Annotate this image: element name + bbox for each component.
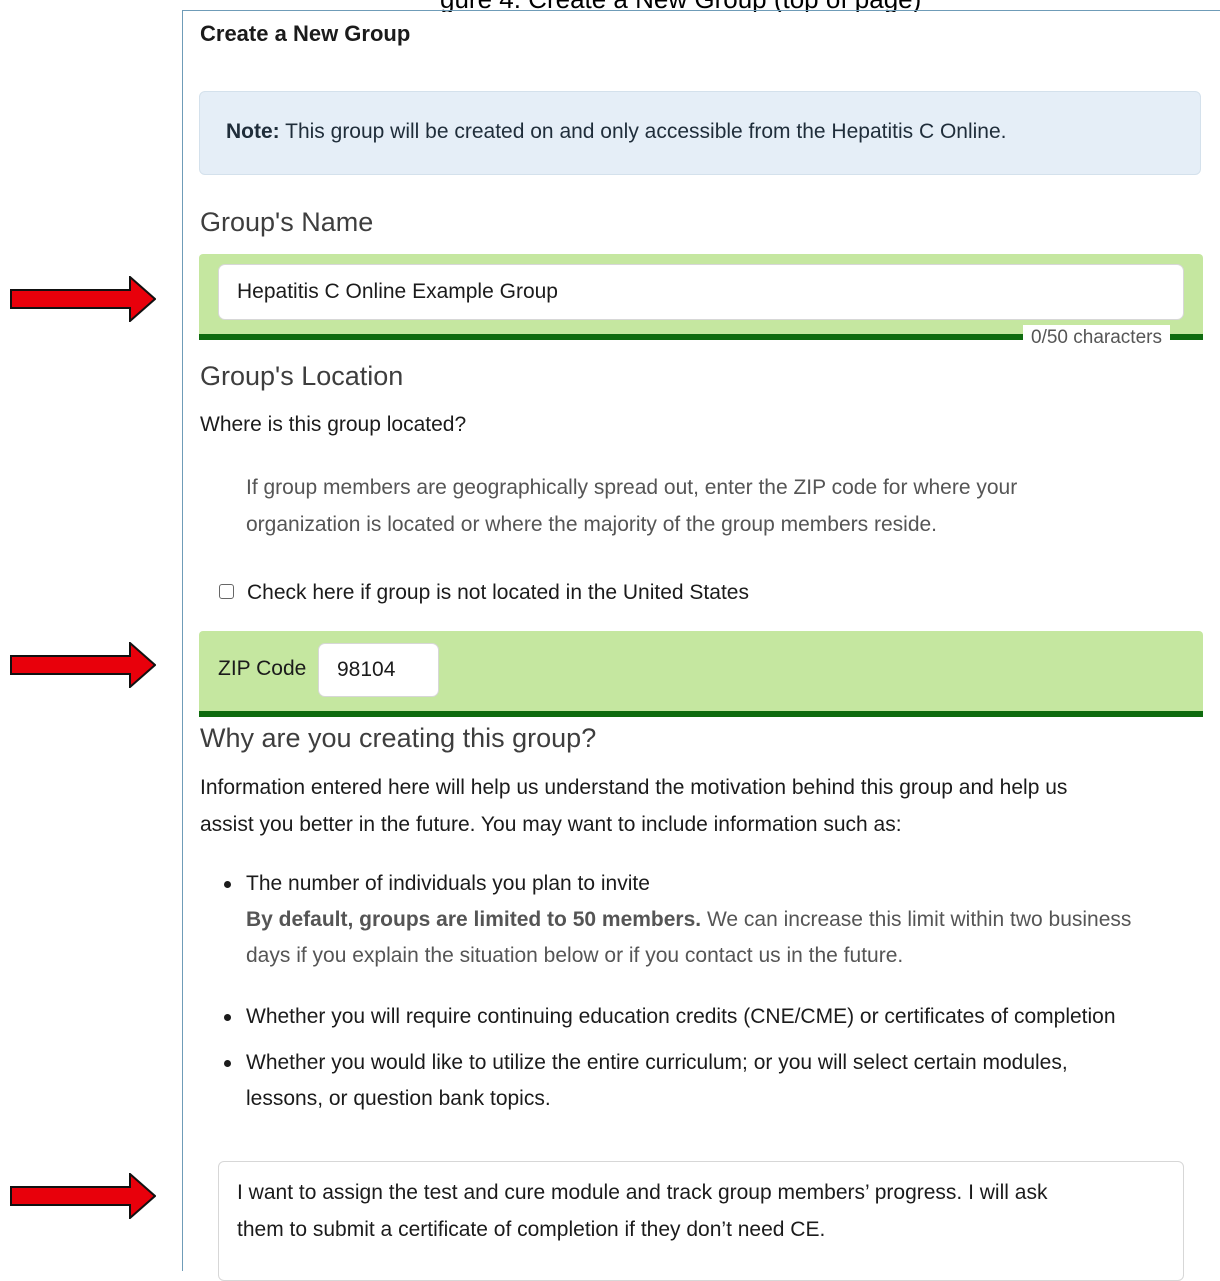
list-item: The number of individuals you plan to in…	[218, 866, 1131, 974]
right-arrow-icon	[10, 642, 156, 688]
list-item: Whether you would like to utilize the en…	[218, 1045, 1068, 1117]
note-text: This group will be created on and only a…	[279, 120, 1007, 143]
group-location-heading: Group's Location	[200, 361, 404, 391]
note-alert: Note: This group will be created on and …	[199, 91, 1201, 175]
reason-bullets: Whether you will require continuing educ…	[218, 999, 1116, 1035]
bullet-text: Whether you will require continuing educ…	[246, 1005, 1116, 1028]
bullet-subtext: By default, groups are limited to 50 mem…	[246, 902, 1131, 938]
group-name-heading: Group's Name	[200, 207, 374, 237]
note-prefix: Note:	[226, 120, 280, 143]
textarea-line: I want to assign the test and cure modul…	[237, 1181, 1048, 1204]
reason-intro-line: assist you better in the future. You may…	[200, 813, 902, 836]
reason-bullets: The number of individuals you plan to in…	[218, 866, 1131, 974]
reason-intro: Information entered here will help us un…	[200, 769, 1067, 843]
reason-intro-line: Information entered here will help us un…	[200, 776, 1068, 799]
bullet-subtext: days if you explain the situation below …	[246, 944, 904, 967]
reason-textarea[interactable]: I want to assign the test and cure modul…	[218, 1161, 1184, 1281]
location-help-line: organization is located or where the maj…	[246, 513, 938, 536]
bullet-text: Whether you would like to utilize the en…	[246, 1051, 1068, 1074]
location-question: Where is this group located?	[200, 413, 467, 436]
character-counter: 0/50 characters	[1023, 325, 1170, 351]
location-help-text: If group members are geographically spre…	[246, 469, 1017, 543]
right-arrow-icon	[10, 276, 156, 322]
zip-input[interactable]	[318, 643, 439, 697]
card-title: Create a New Group	[200, 21, 411, 46]
reason-heading: Why are you creating this group?	[200, 723, 597, 753]
create-group-card: Create a New Group Note: This group will…	[182, 10, 1220, 1281]
bullet-text: The number of individuals you plan to in…	[246, 872, 650, 895]
zip-label: ZIP Code	[218, 657, 307, 680]
bullet-text: lessons, or question bank topics.	[246, 1087, 551, 1110]
reason-bullets: Whether you would like to utilize the en…	[218, 1045, 1068, 1117]
bullet-subtext-bold: By default, groups are limited to 50 mem…	[246, 908, 702, 931]
group-name-input[interactable]	[218, 264, 1184, 320]
not-in-us-checkbox[interactable]	[219, 584, 234, 599]
right-arrow-icon	[10, 1173, 156, 1219]
bullet-subtext-rest: We can increase this limit within two bu…	[701, 908, 1132, 931]
location-help-line: If group members are geographically spre…	[246, 476, 1018, 499]
not-in-us-label[interactable]: Check here if group is not located in th…	[247, 581, 749, 605]
list-item: Whether you will require continuing educ…	[218, 999, 1116, 1035]
textarea-line: them to submit a certificate of completi…	[237, 1218, 826, 1241]
